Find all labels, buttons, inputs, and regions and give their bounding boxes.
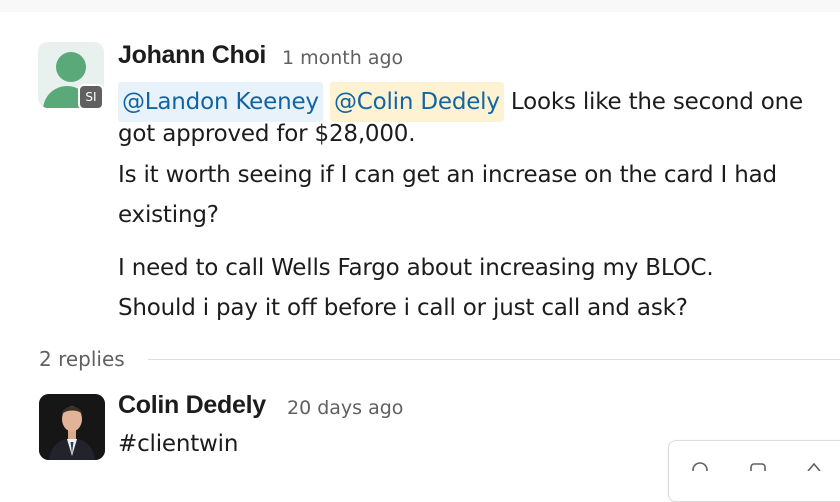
profile-photo — [39, 394, 105, 460]
top-strip — [0, 0, 840, 12]
person-icon — [56, 52, 86, 82]
emoji-icon[interactable] — [691, 461, 709, 471]
message-line-2: got approved for $28,000. — [118, 121, 416, 147]
reply-text: #clientwin — [118, 431, 239, 457]
mention-colin-dedely[interactable]: @Colin Dedely — [329, 82, 504, 122]
message-author[interactable]: Johann Choi — [118, 41, 266, 70]
message-actions-toolbar[interactable] — [668, 440, 840, 502]
message-line-3: Is it worth seeing if I can get an incre… — [118, 162, 777, 188]
message-line-1: @Landon Keeney @Colin Dedely Looks like … — [118, 82, 803, 122]
message-line-6: Should i pay it off before i call or jus… — [118, 295, 688, 321]
reply-timestamp[interactable]: 20 days ago — [287, 397, 403, 419]
message-line-4: existing? — [118, 202, 219, 228]
initials-badge: SI — [78, 84, 104, 110]
message-timestamp[interactable]: 1 month ago — [282, 47, 403, 69]
thread-divider — [148, 359, 840, 360]
reply-avatar[interactable] — [39, 394, 105, 460]
message-text-1: Looks like the second one — [510, 89, 803, 115]
more-icon[interactable] — [805, 461, 823, 471]
reply-author[interactable]: Colin Dedely — [118, 391, 266, 420]
reply-icon[interactable] — [749, 461, 767, 471]
replies-count[interactable]: 2 replies — [39, 347, 125, 371]
message-line-5: I need to call Wells Fargo about increas… — [118, 255, 714, 281]
mention-landon-keeney[interactable]: @Landon Keeney — [118, 82, 323, 122]
